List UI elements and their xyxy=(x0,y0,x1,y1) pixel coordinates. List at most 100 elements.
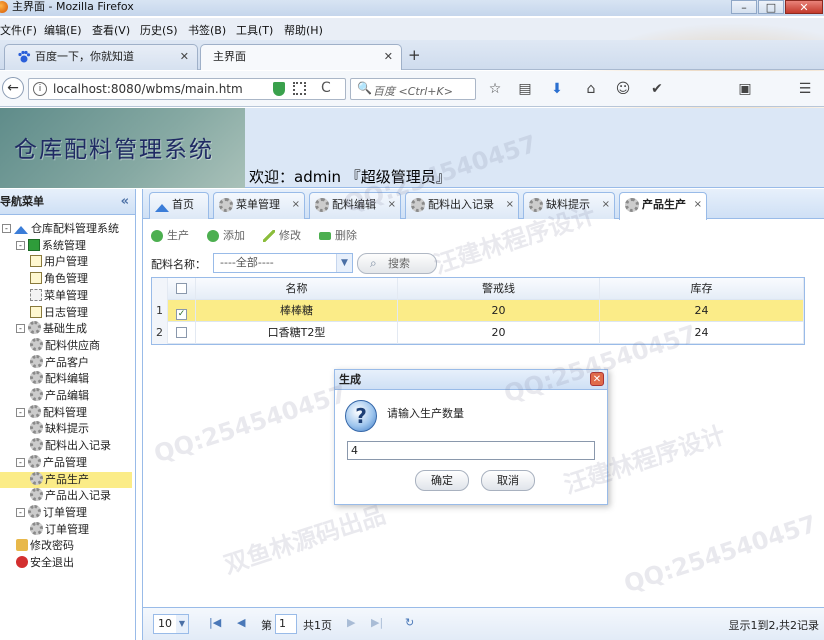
close-icon[interactable]: × xyxy=(388,193,396,217)
menu-help[interactable]: 帮助(H) xyxy=(284,22,323,38)
close-icon[interactable]: ✕ xyxy=(180,45,189,69)
nav-item[interactable]: 订单管理 xyxy=(30,521,89,538)
qr-code-icon[interactable] xyxy=(293,82,306,95)
back-button[interactable]: ← xyxy=(2,77,24,99)
close-icon[interactable]: × xyxy=(506,193,514,217)
content-tab[interactable]: 菜单管理 × xyxy=(213,192,305,219)
edit-button[interactable]: 修改 xyxy=(263,227,301,245)
site-info-icon[interactable]: i xyxy=(33,82,47,96)
tree-toggle-icon[interactable]: - xyxy=(2,224,11,233)
row-select-cell[interactable] xyxy=(168,322,196,344)
nav-item[interactable]: 缺料提示 xyxy=(30,421,89,437)
refresh-icon[interactable]: ↻ xyxy=(405,616,414,629)
next-page-button[interactable]: ▶ xyxy=(347,616,355,629)
table-row[interactable]: 1 ✓ 棒棒糖 20 24 xyxy=(152,300,804,322)
menu-view[interactable]: 查看(V) xyxy=(92,22,130,38)
browser-tab-main[interactable]: 主界面 ✕ xyxy=(200,44,402,70)
quantity-input[interactable]: 4 xyxy=(347,441,595,460)
new-tab-button[interactable]: + xyxy=(408,46,421,64)
nav-item[interactable]: 安全退出 xyxy=(16,555,74,571)
content-tab[interactable]: 缺料提示 × xyxy=(523,192,615,219)
nav-item[interactable]: 日志管理 xyxy=(30,305,88,321)
shield-icon[interactable] xyxy=(273,82,285,96)
reload-button[interactable]: C xyxy=(321,80,331,96)
nav-item[interactable]: 产品出入记录 xyxy=(30,488,111,504)
dialog-close-button[interactable]: ✕ xyxy=(590,372,604,386)
minimize-button[interactable]: – xyxy=(731,0,757,14)
menu-history[interactable]: 历史(S) xyxy=(140,22,178,38)
nav-item[interactable]: 配料出入记录 xyxy=(30,438,111,454)
cancel-button[interactable]: 取消 xyxy=(481,470,535,491)
chevron-down-icon[interactable]: ▼ xyxy=(336,254,352,272)
content-tab[interactable]: 首页 xyxy=(149,192,209,219)
home-icon[interactable]: ⌂ xyxy=(582,80,600,98)
page-input[interactable]: 1 xyxy=(275,614,297,634)
delete-button[interactable]: 删除 xyxy=(319,227,357,245)
produce-button[interactable]: 生产 xyxy=(151,227,189,245)
menu-edit[interactable]: 编辑(E) xyxy=(44,22,82,38)
menu-tools[interactable]: 工具(T) xyxy=(236,22,273,38)
close-icon[interactable]: × xyxy=(292,193,300,217)
ok-button[interactable]: 确定 xyxy=(415,470,469,491)
table-row[interactable]: 2 口香糖T2型 20 24 xyxy=(152,322,804,344)
nav-item[interactable]: 产品客户 xyxy=(30,354,89,371)
last-page-button[interactable]: ▶| xyxy=(371,616,383,629)
ingredient-select[interactable]: ----全部---- ▼ xyxy=(213,253,353,273)
menu-file[interactable]: 文件(F) xyxy=(0,22,37,38)
app-logo: 仓库配料管理系统 xyxy=(0,108,245,188)
star-icon[interactable]: ☆ xyxy=(486,80,504,98)
prev-page-button[interactable]: ◀ xyxy=(237,616,245,629)
browser-tab-baidu[interactable]: 百度一下，你就知道 ✕ xyxy=(4,44,198,70)
puzzle-icon[interactable]: ▣ xyxy=(736,80,754,98)
nav-item[interactable]: 产品生产 xyxy=(0,471,132,488)
nav-item[interactable]: - 产品管理 xyxy=(16,454,87,471)
search-button[interactable]: ⌕ 搜索 xyxy=(357,253,437,274)
maximize-button[interactable]: □ xyxy=(758,0,784,14)
page-size-select[interactable]: 10 ▼ xyxy=(153,614,189,634)
chevron-down-icon[interactable]: ▼ xyxy=(176,615,188,633)
content-tab[interactable]: 配料出入记录 × xyxy=(405,192,519,219)
tree-toggle-icon[interactable]: - xyxy=(16,407,25,417)
collapse-icon[interactable]: « xyxy=(121,189,129,215)
add-button[interactable]: 添加 xyxy=(207,227,245,245)
tree-toggle-icon[interactable]: - xyxy=(16,507,25,517)
nav-item[interactable]: - 系统管理 xyxy=(16,238,86,254)
nav-item[interactable]: - 仓库配料管理系统 xyxy=(2,221,119,237)
row-checkbox[interactable]: ✓ xyxy=(176,309,187,320)
url-bar[interactable]: i localhost:8080/wbms/main.htm C xyxy=(28,78,346,100)
reader-icon[interactable]: ▤ xyxy=(516,80,534,98)
nav-item[interactable]: 配料供应商 xyxy=(30,337,100,354)
nav-item[interactable]: - 订单管理 xyxy=(16,504,87,521)
select-all-cell[interactable] xyxy=(168,278,196,300)
nav-item[interactable]: 角色管理 xyxy=(30,271,88,287)
tree-toggle-icon[interactable]: - xyxy=(16,324,25,334)
nav-item[interactable]: - 配料管理 xyxy=(16,404,87,421)
close-icon[interactable]: × xyxy=(694,193,702,217)
nav-item[interactable]: 产品编辑 xyxy=(30,388,89,404)
close-icon[interactable]: ✕ xyxy=(384,45,393,69)
select-all-checkbox[interactable] xyxy=(176,283,187,294)
nav-item[interactable]: 用户管理 xyxy=(30,254,88,270)
nav-item[interactable]: - 基础生成 xyxy=(16,321,87,337)
menu-icon[interactable]: ☰ xyxy=(796,80,814,98)
menu-bookmarks[interactable]: 书签(B) xyxy=(188,22,226,38)
column-header[interactable]: 库存 xyxy=(600,278,804,300)
nav-item[interactable]: 配料编辑 xyxy=(30,371,89,387)
smiley-icon[interactable]: ☺ xyxy=(614,80,632,98)
close-window-button[interactable]: ✕ xyxy=(785,0,823,14)
tree-toggle-icon[interactable]: - xyxy=(16,240,25,250)
nav-item[interactable]: 修改密码 xyxy=(16,538,74,554)
row-select-cell[interactable]: ✓ xyxy=(168,300,196,322)
column-header[interactable]: 警戒线 xyxy=(398,278,600,300)
tree-toggle-icon[interactable]: - xyxy=(16,457,25,467)
content-tab[interactable]: 配料编辑 × xyxy=(309,192,401,219)
close-icon[interactable]: × xyxy=(602,193,610,217)
column-header[interactable]: 名称 xyxy=(196,278,398,300)
search-box[interactable]: 🔍 百度 <Ctrl+K> xyxy=(350,78,476,100)
row-checkbox[interactable] xyxy=(176,327,187,338)
download-icon[interactable]: ⬇ xyxy=(548,80,566,98)
first-page-button[interactable]: |◀ xyxy=(209,616,221,629)
pocket-icon[interactable]: ✔ xyxy=(648,80,666,98)
nav-item[interactable]: 菜单管理 xyxy=(30,288,88,304)
content-tab[interactable]: 产品生产 × xyxy=(619,192,707,220)
